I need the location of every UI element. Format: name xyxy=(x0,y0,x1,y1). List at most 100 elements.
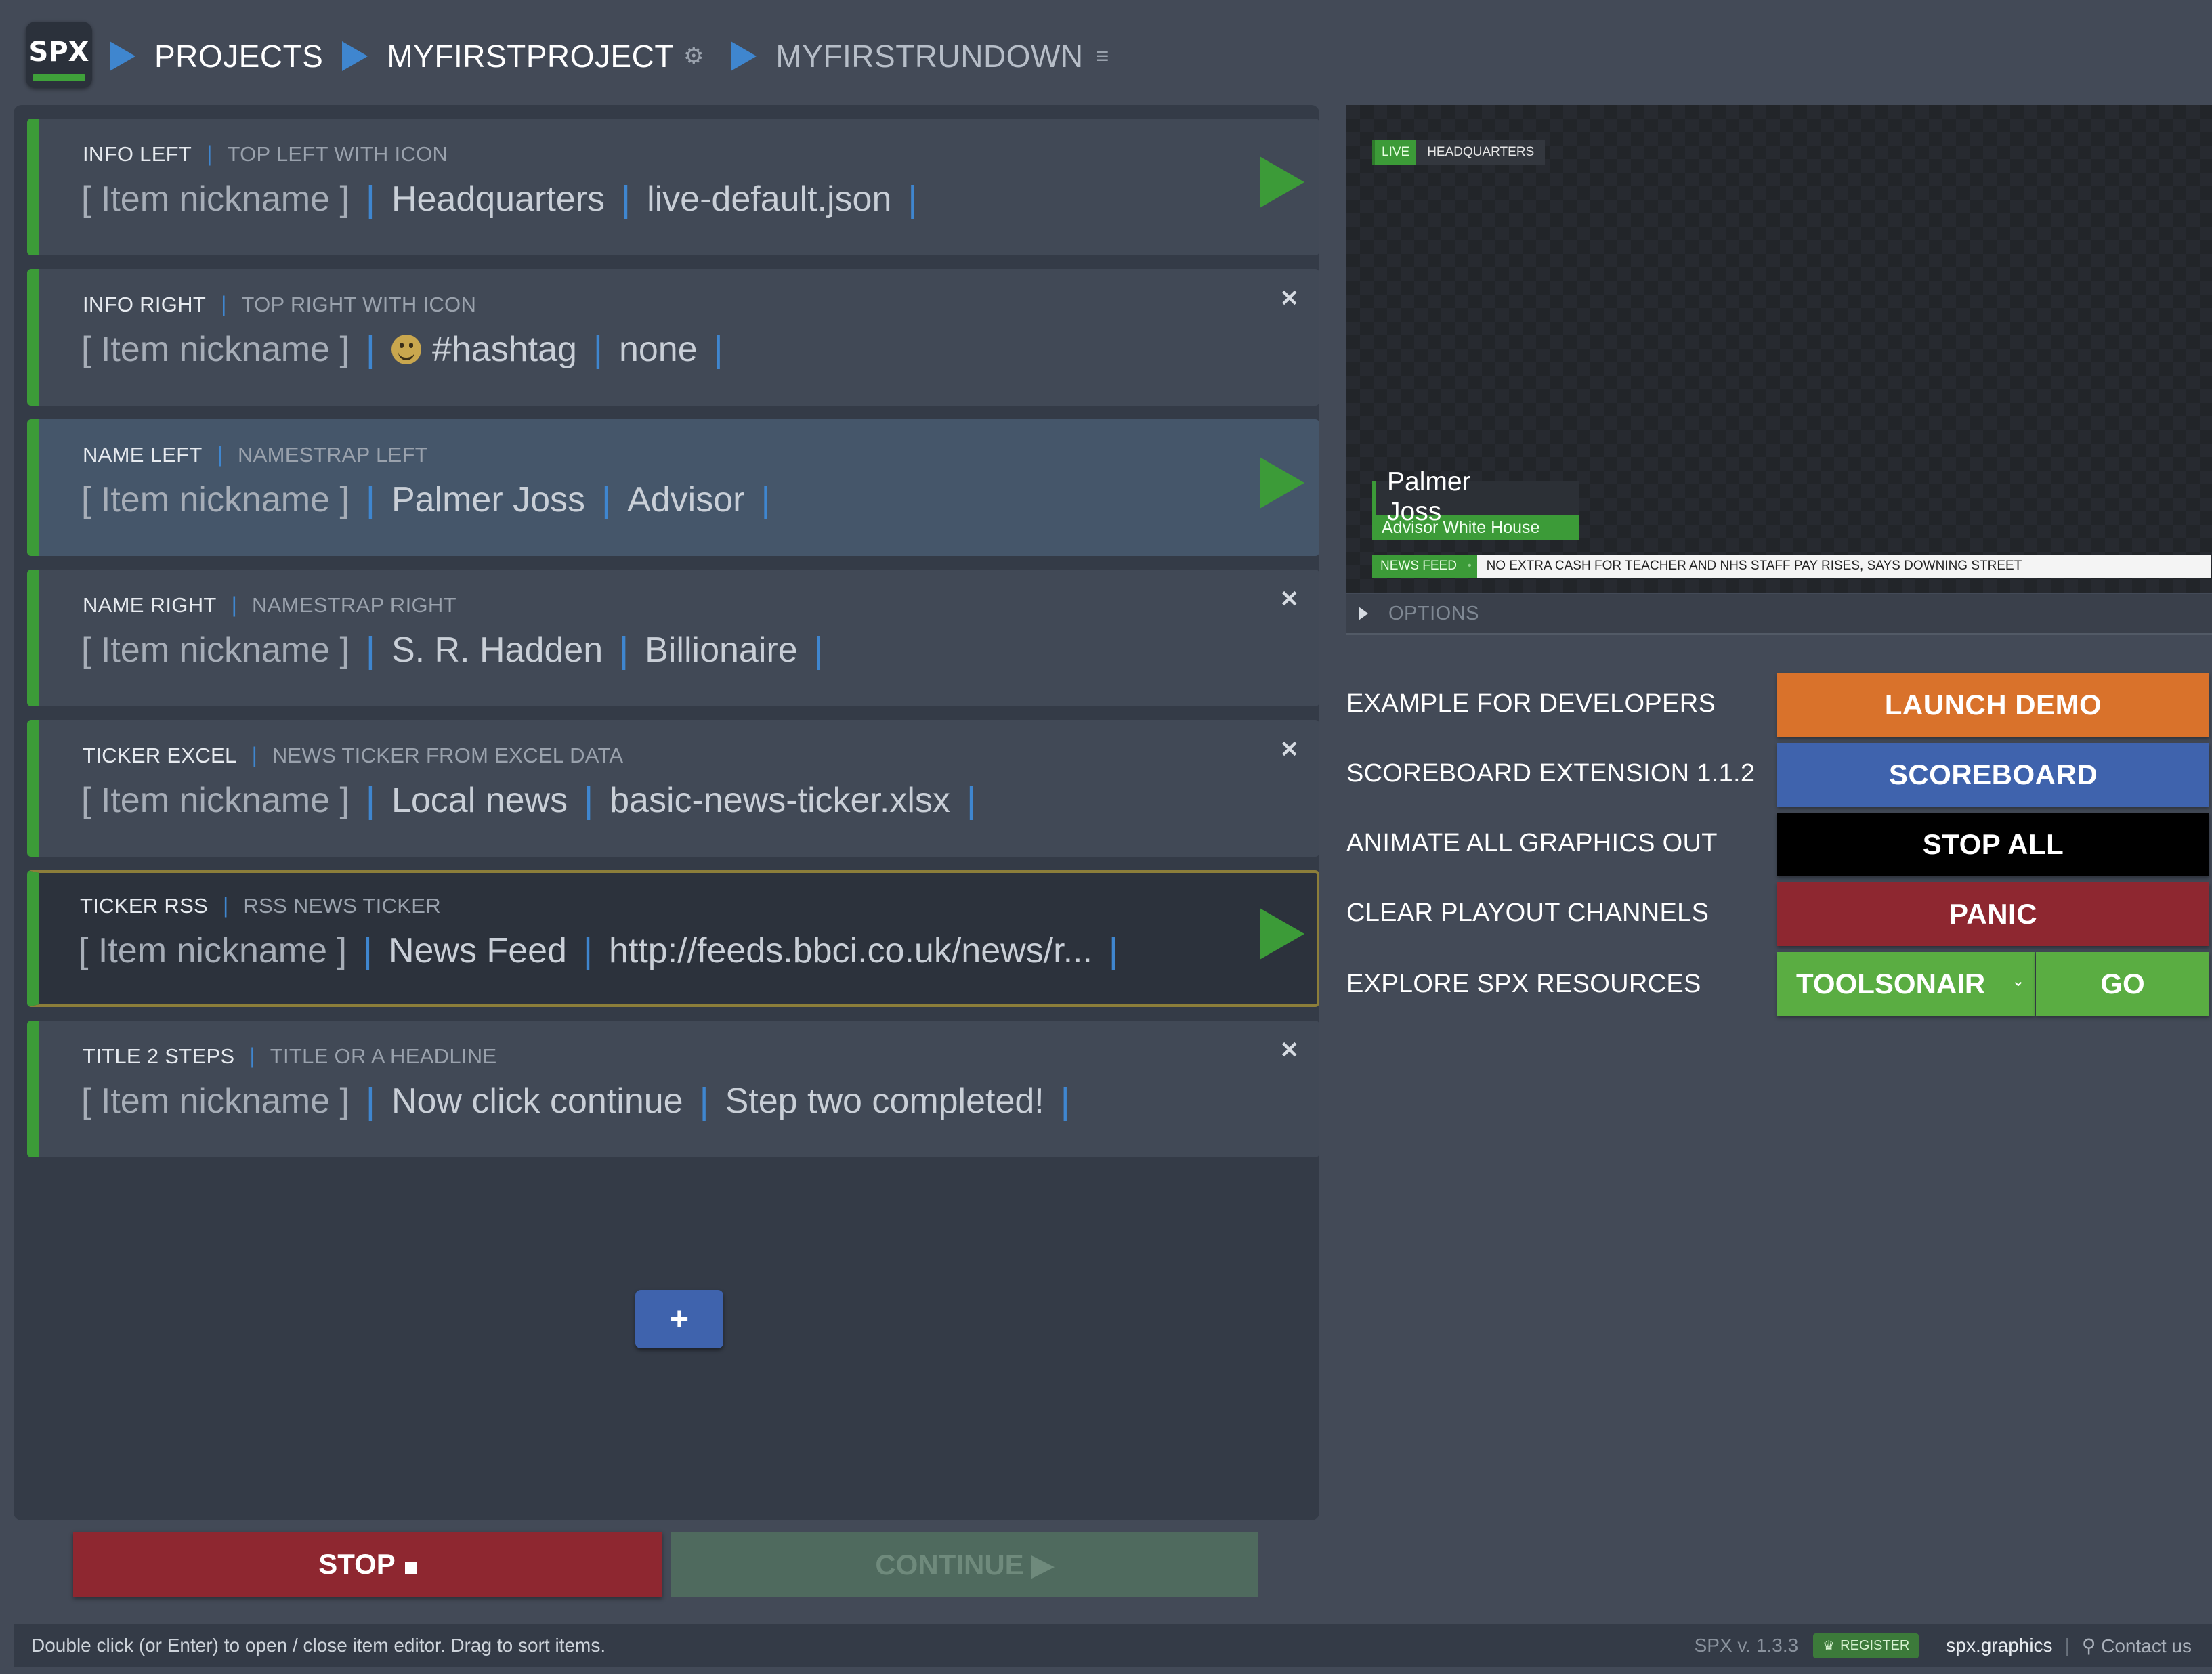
site-link[interactable]: spx.graphics xyxy=(1946,1635,2052,1656)
item-nickname: [ Item nickname ] xyxy=(81,630,349,670)
breadcrumb-project[interactable]: MYFIRSTPROJECT xyxy=(387,38,674,74)
item-template-description: NEWS TICKER FROM EXCEL DATA xyxy=(272,743,624,767)
ticker-graphic: NEWS FEED • NO EXTRA CASH FOR TEACHER AN… xyxy=(1372,555,2211,578)
item-field: Advisor xyxy=(627,480,745,519)
close-icon[interactable]: ✕ xyxy=(1280,586,1300,613)
crown-icon: ♛ xyxy=(1823,1638,1835,1654)
item-template-name: TICKER EXCEL xyxy=(83,743,237,767)
item-header: TICKER RSS | RSS NEWS TICKER xyxy=(80,893,441,918)
resources-select[interactable]: TOOLSONAIR ⌄ xyxy=(1777,952,2035,1016)
scoreboard-button[interactable]: SCOREBOARD xyxy=(1777,743,2209,807)
rundown-item[interactable]: TICKER EXCEL | NEWS TICKER FROM EXCEL DA… xyxy=(27,720,1319,857)
item-field: S. R. Hadden xyxy=(391,630,603,670)
item-fields: [ Item nickname ] | S. R. Hadden | Billi… xyxy=(81,629,840,671)
item-template-name: TITLE 2 STEPS xyxy=(83,1044,235,1068)
footer: Double click (or Enter) to open / close … xyxy=(14,1624,2212,1667)
separator: | xyxy=(813,630,824,670)
resources-label: EXPLORE SPX RESOURCES xyxy=(1346,970,1701,998)
contact-link[interactable]: ⚲ Contact us xyxy=(2082,1635,2192,1657)
separator: | xyxy=(365,780,375,821)
rundown-item[interactable]: TICKER RSS | RSS NEWS TICKER [ Item nick… xyxy=(27,870,1319,1007)
item-nickname: [ Item nickname ] xyxy=(81,1081,349,1121)
item-field: live-default.json xyxy=(647,179,892,219)
breadcrumb-projects[interactable]: PROJECTS xyxy=(154,38,323,74)
item-template-description: TOP LEFT WITH ICON xyxy=(227,142,448,166)
info-left-graphic: LIVE HEADQUARTERS xyxy=(1372,140,1546,165)
go-button[interactable]: GO xyxy=(2036,952,2209,1016)
header: SPX PROJECTS MYFIRSTPROJECT ⚙ MYFIRSTRUN… xyxy=(0,0,2212,102)
stop-label: STOP xyxy=(318,1548,396,1580)
item-nickname: [ Item nickname ] xyxy=(81,480,349,519)
separator: | xyxy=(207,142,213,166)
item-template-description: NAMESTRAP RIGHT xyxy=(251,593,456,617)
separator: | xyxy=(582,930,593,971)
separator: | xyxy=(365,179,375,219)
item-header: TITLE 2 STEPS | TITLE OR A HEADLINE xyxy=(83,1044,496,1069)
separator: | xyxy=(217,442,223,467)
separator: | xyxy=(713,329,723,370)
item-template-name: INFO LEFT xyxy=(83,142,192,166)
smiley-icon xyxy=(391,335,421,364)
stop-all-button[interactable]: STOP ALL xyxy=(1777,813,2209,876)
item-field: Local news xyxy=(391,781,568,820)
add-item-button[interactable]: + xyxy=(635,1290,723,1348)
rundown-item[interactable]: INFO LEFT | TOP LEFT WITH ICON [ Item ni… xyxy=(27,119,1319,255)
item-template-description: TITLE OR A HEADLINE xyxy=(270,1044,497,1068)
item-template-name: TICKER RSS xyxy=(80,893,209,918)
item-field: http://feeds.bbci.co.uk/news/r... xyxy=(608,931,1092,970)
location-pin-icon: ⚲ xyxy=(2081,1635,2096,1656)
stop-square-icon xyxy=(404,1562,417,1574)
breadcrumb: PROJECTS MYFIRSTPROJECT ⚙ MYFIRSTRUNDOWN… xyxy=(110,34,1136,79)
options-toggle[interactable]: OPTIONS xyxy=(1346,594,2212,635)
action-label: CLEAR PLAYOUT CHANNELS xyxy=(1346,899,1709,927)
logo-text: SPX xyxy=(28,37,89,68)
item-fields: [ Item nickname ] | Headquarters | live-… xyxy=(81,178,933,220)
continue-button[interactable]: CONTINUE ▶ xyxy=(671,1532,1258,1597)
close-icon[interactable]: ✕ xyxy=(1280,736,1300,763)
rundown-item[interactable]: NAME RIGHT | NAMESTRAP RIGHT [ Item nick… xyxy=(27,570,1319,706)
panic-button[interactable]: PANIC xyxy=(1777,882,2209,946)
item-template-name: INFO RIGHT xyxy=(83,292,207,316)
play-icon[interactable] xyxy=(1260,908,1304,960)
rundown-item[interactable]: NAME LEFT | NAMESTRAP LEFT [ Item nickna… xyxy=(27,419,1319,556)
action-label: SCOREBOARD EXTENSION 1.1.2 xyxy=(1346,759,1756,788)
item-header: INFO LEFT | TOP LEFT WITH ICON xyxy=(83,142,448,167)
close-icon[interactable]: ✕ xyxy=(1280,1037,1300,1064)
register-button[interactable]: ♛ REGISTER xyxy=(1813,1633,1919,1658)
item-template-description: TOP RIGHT WITH ICON xyxy=(241,292,477,316)
separator: | xyxy=(2064,1635,2070,1656)
item-nickname: [ Item nickname ] xyxy=(81,179,349,219)
item-template-description: RSS NEWS TICKER xyxy=(243,893,441,918)
spx-logo[interactable]: SPX xyxy=(26,22,92,88)
item-header: NAME LEFT | NAMESTRAP LEFT xyxy=(83,442,428,467)
rundown-item[interactable]: TITLE 2 STEPS | TITLE OR A HEADLINE [ It… xyxy=(27,1021,1319,1157)
separator: | xyxy=(593,329,603,370)
item-field: News Feed xyxy=(388,931,567,970)
item-field: Billionaire xyxy=(645,630,798,670)
play-icon[interactable] xyxy=(1260,156,1304,208)
expand-triangle-icon xyxy=(1359,607,1368,620)
separator: | xyxy=(584,780,594,821)
item-fields: [ Item nickname ] | News Feed | http://f… xyxy=(79,930,1134,972)
separator: | xyxy=(601,479,612,520)
item-nickname: [ Item nickname ] xyxy=(79,931,347,970)
separator: | xyxy=(966,780,976,821)
rundown-item[interactable]: INFO RIGHT | TOP RIGHT WITH ICON [ Item … xyxy=(27,269,1319,406)
launch-demo-button[interactable]: LAUNCH DEMO xyxy=(1777,673,2209,737)
rundown-list: INFO LEFT | TOP LEFT WITH ICON [ Item ni… xyxy=(14,105,1319,1520)
close-icon[interactable]: ✕ xyxy=(1280,285,1300,312)
item-template-name: NAME RIGHT xyxy=(83,593,217,617)
separator: | xyxy=(223,893,229,918)
namestrap-name: Palmer Joss xyxy=(1372,467,1579,526)
ticker-label: NEWS FEED xyxy=(1372,555,1462,578)
breadcrumb-arrow-icon xyxy=(342,41,368,71)
menu-icon[interactable]: ≡ xyxy=(1096,43,1109,70)
logo-bar xyxy=(33,74,85,81)
item-field: basic-news-ticker.xlsx xyxy=(610,781,950,820)
gear-icon[interactable]: ⚙ xyxy=(683,43,704,70)
footer-hint: Double click (or Enter) to open / close … xyxy=(31,1635,606,1656)
stop-button[interactable]: STOP xyxy=(73,1532,662,1597)
separator: | xyxy=(251,743,257,767)
separator: | xyxy=(231,593,237,617)
play-icon[interactable] xyxy=(1260,457,1304,509)
